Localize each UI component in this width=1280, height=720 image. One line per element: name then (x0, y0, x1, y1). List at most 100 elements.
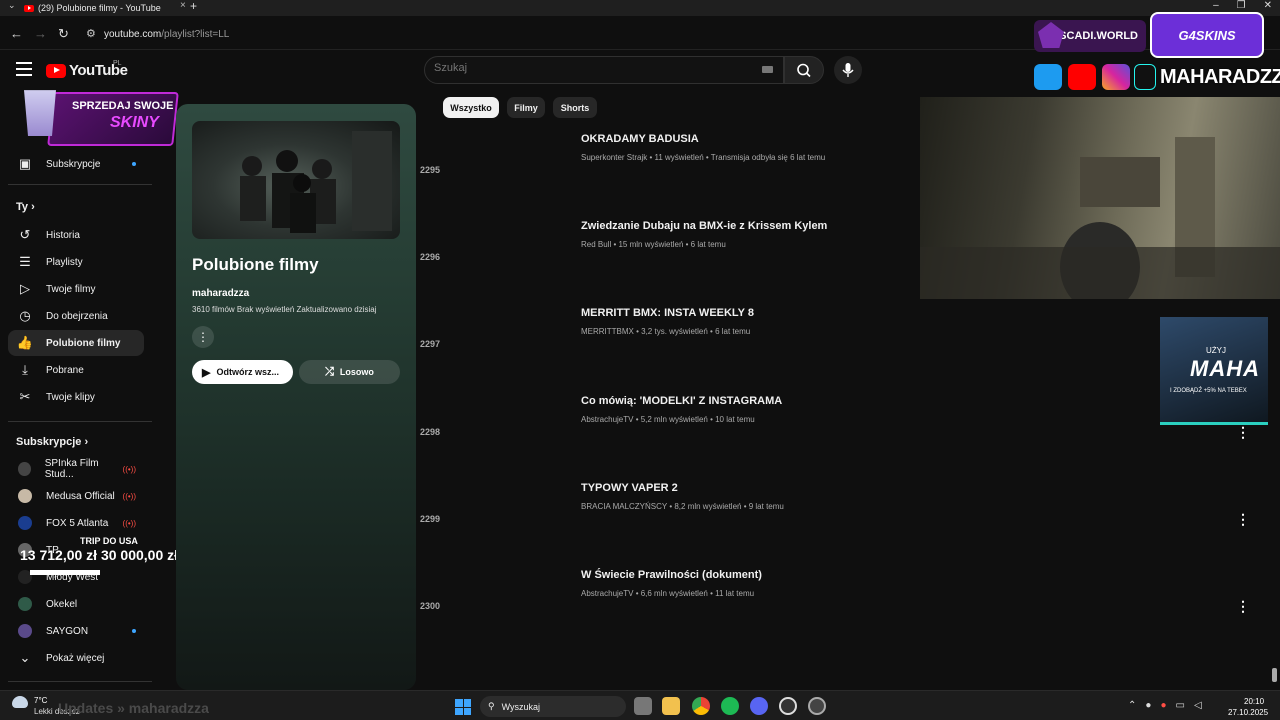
video-meta: Red Bull • 15 mln wyświetleń • 6 lat tem… (581, 240, 726, 249)
sidebar-channel[interactable]: FOX 5 Atlanta ((•)) (8, 510, 144, 536)
clock-date[interactable]: 27.10.2025 (1228, 708, 1268, 717)
sidebar-item-label: Playlisty (46, 256, 83, 268)
close-window-icon[interactable]: ✕ (1264, 0, 1272, 11)
menu-icon[interactable] (16, 62, 32, 76)
new-content-dot (132, 162, 136, 166)
video-title[interactable]: TYPOWY VAPER 2 (581, 482, 678, 494)
new-tab-button[interactable]: + (190, 0, 197, 13)
voice-search-button[interactable] (834, 56, 862, 84)
download-icon: ⤓ (22, 362, 28, 377)
microphone-tray-icon[interactable]: ● (1160, 700, 1166, 711)
playlist-owner[interactable]: maharadzza (192, 288, 249, 299)
play-all-button[interactable]: ▶ Odtwórz wsz... (192, 360, 293, 384)
tray-chevron-icon[interactable]: ⌃ (1128, 700, 1136, 711)
avatar (18, 462, 31, 476)
taskbar-search[interactable]: ⚲ Wyszukaj (480, 696, 626, 717)
task-view-icon[interactable] (634, 697, 652, 715)
sidebar-item-subscriptions[interactable]: ▣ Subskrypcje (8, 151, 144, 177)
file-explorer-icon[interactable] (662, 697, 680, 715)
stream-marquee: Updates » maharadzza (58, 700, 209, 716)
sidebar-item-label: Subskrypcje (46, 158, 101, 170)
playlist-thumbnail[interactable] (192, 121, 400, 239)
windows-start-icon[interactable] (455, 699, 471, 715)
video-meta: AbstrachujeTV • 6,6 mln wyświetleń • 11 … (581, 589, 755, 598)
spotify-icon[interactable] (721, 697, 739, 715)
video-title[interactable]: MERRITT BMX: INSTA WEEKLY 8 (581, 307, 754, 319)
sidebar-channel[interactable]: SAYGON (8, 618, 144, 644)
streamer-handle: MAHARADZZA (1160, 66, 1280, 88)
sidebar-show-more[interactable]: ⌄ Pokaż więcej (8, 645, 144, 671)
obs-icon[interactable] (779, 697, 797, 715)
tab-title: (29) Polubione filmy - YouTube (38, 2, 161, 13)
avatar (18, 597, 32, 611)
sidebar-item-downloads[interactable]: ⤓ Pobrane (8, 357, 144, 383)
more-options-icon[interactable]: ⋮ (192, 326, 214, 348)
search-input[interactable] (434, 62, 754, 74)
your-videos-icon: ▷ (20, 281, 30, 296)
sidebar-item-label: Twoje filmy (46, 283, 96, 295)
video-meta: Superkonter Strajk • 11 wyświetleń • Tra… (581, 153, 826, 162)
skins-promo-overlay: SPRZEDAJ SWOJE SKINY (20, 82, 180, 148)
minimize-icon[interactable]: – (1213, 0, 1219, 11)
sidebar-item-playlists[interactable]: ☰ Playlisty (8, 249, 144, 275)
back-arrow-icon[interactable]: ← (10, 26, 23, 41)
sidebar-channel[interactable]: SPInka Film Stud... ((•)) (8, 456, 144, 482)
search-button[interactable] (784, 56, 824, 84)
sidebar-item-liked-videos[interactable]: 👍 Polubione filmy (8, 330, 144, 356)
weather-temperature[interactable]: 7°C (34, 696, 47, 705)
sidebar-channel[interactable]: Okekel (8, 591, 144, 617)
live-icon: ((•)) (122, 518, 136, 528)
tab-search-chevron-icon[interactable]: ⌄ (8, 0, 16, 11)
video-title[interactable]: Zwiedzanie Dubaju na BMX-ie z Krissem Ky… (581, 220, 827, 232)
avatar (18, 516, 32, 530)
sidebar-channel[interactable]: Młody West (8, 564, 144, 590)
youtube-favicon-icon (24, 4, 34, 12)
network-icon[interactable]: ▭ (1175, 700, 1184, 711)
video-title[interactable]: W Świecie Prawilności (dokument) (581, 569, 762, 581)
tab-close-button[interactable]: × (180, 0, 186, 11)
sidebar-you-header[interactable]: Ty › (16, 201, 35, 213)
url-path: /playlist?list=LL (161, 29, 230, 40)
sidebar-item-your-videos[interactable]: ▷ Twoje filmy (8, 276, 144, 302)
chip-videos[interactable]: Filmy (507, 97, 545, 118)
forward-arrow-icon[interactable]: → (34, 26, 47, 41)
history-icon: ↺ (19, 227, 31, 242)
video-title[interactable]: Co mówią: 'MODELKI' Z INSTAGRAMA (581, 395, 782, 407)
sidebar-subscriptions-header[interactable]: Subskrypcje › (16, 436, 88, 448)
sidebar-channel[interactable]: Medusa Official ((•)) (8, 483, 144, 509)
sidebar-item-clips[interactable]: ✂ Twoje klipy (8, 384, 144, 410)
scrollbar-thumb[interactable] (1272, 668, 1277, 682)
chrome-icon[interactable] (692, 697, 710, 715)
video-menu-icon[interactable]: ⋮ (1236, 424, 1250, 441)
clock-time[interactable]: 20:10 (1244, 697, 1264, 706)
url-field[interactable]: youtube.com/playlist?list=LL (104, 29, 229, 40)
volume-icon[interactable]: ◁ (1194, 700, 1202, 711)
keyboard-icon[interactable] (762, 66, 773, 73)
instagram-icon (1102, 64, 1130, 90)
restore-icon[interactable]: ❐ (1237, 0, 1246, 11)
video-menu-icon[interactable]: ⋮ (1236, 598, 1250, 615)
video-menu-icon[interactable]: ⋮ (1236, 511, 1250, 528)
watch-later-icon: ◷ (19, 308, 31, 323)
video-title[interactable]: OKRADAMY BADUSIA (581, 133, 699, 145)
discord-icon[interactable] (750, 697, 768, 715)
site-info-icon[interactable]: ⚙ (86, 27, 96, 40)
channel-name: Okekel (46, 598, 78, 610)
url-host: youtube.com (104, 29, 162, 40)
shuffle-button[interactable]: ⤮ Losowo (299, 360, 400, 384)
sidebar-item-history[interactable]: ↺ Historia (8, 222, 144, 248)
chip-all[interactable]: Wszystko (443, 97, 499, 118)
weather-cloud-icon[interactable] (12, 696, 28, 708)
discord-tray-icon[interactable]: ● (1145, 700, 1151, 711)
taskbar-search-label: Wyszukaj (501, 701, 541, 712)
chip-shorts[interactable]: Shorts (553, 97, 597, 118)
webcam-image (920, 137, 1280, 299)
app-icon[interactable] (808, 697, 826, 715)
browser-tab[interactable]: (29) Polubione filmy - YouTube (24, 0, 174, 16)
shuffle-label: Losowo (339, 367, 374, 377)
sidebar-item-label: Historia (46, 229, 80, 241)
reload-icon[interactable]: ↻ (58, 26, 69, 42)
sidebar-divider (8, 681, 152, 682)
promo-line2: SKINY (110, 114, 159, 131)
sidebar-item-watch-later[interactable]: ◷ Do obejrzenia (8, 303, 144, 329)
